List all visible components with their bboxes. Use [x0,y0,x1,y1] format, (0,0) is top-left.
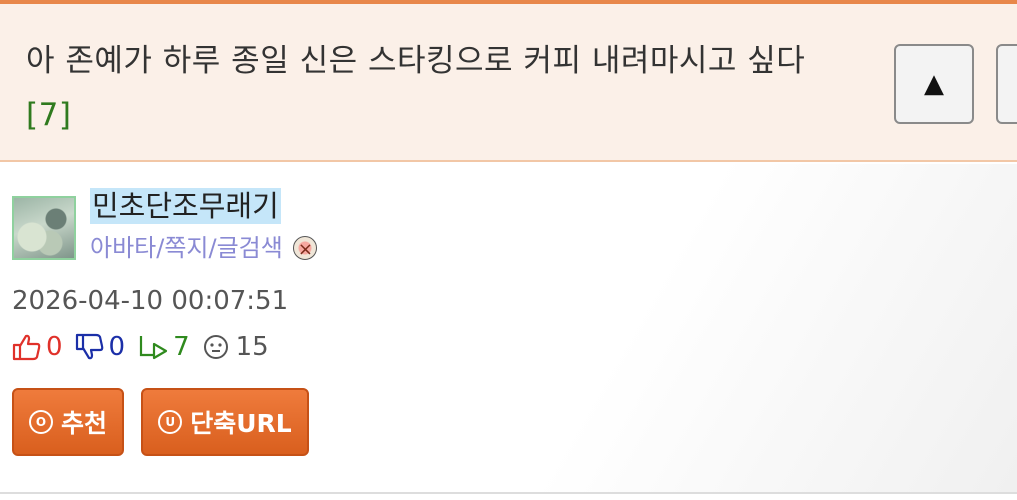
downvote-stat: 0 [75,332,126,362]
short-url-label: 단축URL [190,409,292,438]
post-title-text: 아 존예가 하루 종일 신은 스타킹으로 커피 내려마시고 싶다 [26,43,806,79]
next-nav-button[interactable] [996,44,1017,124]
author-nickname[interactable]: 민초단조무래기 [90,188,281,224]
recommend-circle-icon: O [28,410,53,434]
reply-arrow-icon [137,333,169,361]
upvote-stat: 0 [12,332,63,362]
reply-count: 7 [173,332,190,362]
post-info-panel: 민초단조무래기 아바타/쪽지/글검색 2026-04-10 00:07:51 0… [0,164,1017,492]
avatar[interactable] [12,196,76,260]
author-links: 아바타/쪽지/글검색 [90,232,317,266]
upvote-count: 0 [46,332,63,362]
thumbs-up-icon [12,333,42,361]
scroll-up-button[interactable]: ▲ [894,44,974,124]
post-title-bar: 아 존예가 하루 종일 신은 스타킹으로 커피 내려마시고 싶다 [7] ▲ [0,4,1017,162]
short-url-button[interactable]: U 단축URL [141,388,309,456]
post-stats: 0 0 7 15 [12,332,281,362]
short-url-circle-icon: U [158,410,183,434]
bottom-divider [0,492,1017,494]
post-reply-count[interactable]: [7] [26,97,71,133]
post-date: 2026-04-10 00:07:51 [12,286,289,316]
author-links-text[interactable]: 아바타/쪽지/글검색 [90,232,283,264]
up-arrow-icon: ▲ [924,69,944,99]
face-icon [202,333,232,361]
downvote-count: 0 [108,332,126,362]
block-user-icon[interactable] [292,234,317,266]
thumbs-down-icon [75,333,105,361]
recommend-button[interactable]: O 추천 [12,388,124,456]
post-title: 아 존예가 하루 종일 신은 스타킹으로 커피 내려마시고 싶다 [7] [26,34,856,142]
view-stat: 15 [202,332,269,362]
view-count: 15 [235,332,269,362]
recommend-label: 추천 [60,409,107,438]
reply-stat: 7 [137,332,190,362]
